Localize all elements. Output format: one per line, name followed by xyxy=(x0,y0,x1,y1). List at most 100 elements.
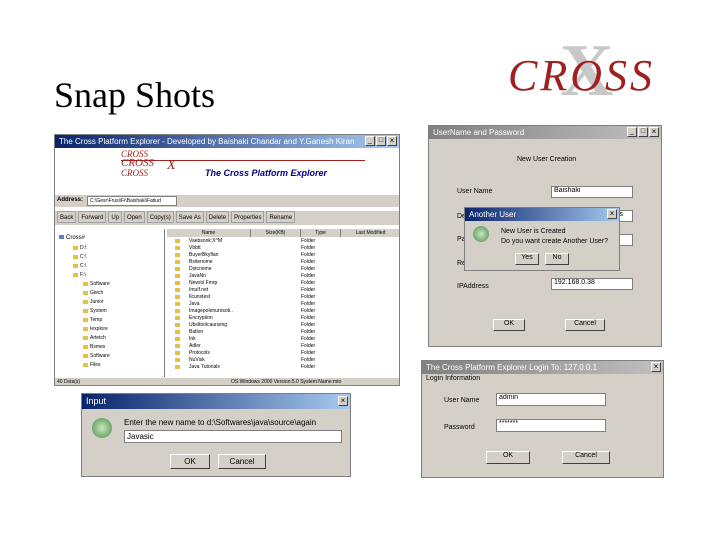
file-row[interactable]: New/ol Fmrp Folder xyxy=(167,280,399,287)
file-row[interactable]: Bsitenome Folder xyxy=(167,259,399,266)
minimize-button[interactable]: _ xyxy=(365,136,375,146)
ipaddress-label: IPAddress xyxy=(457,283,489,290)
login-password-input[interactable]: ******* xyxy=(496,419,606,432)
file-row[interactable]: Ink Folder xyxy=(167,336,399,343)
folder-icon xyxy=(59,235,64,240)
close-button[interactable]: × xyxy=(649,127,659,137)
username-label: User Name xyxy=(457,188,493,195)
explorer-titlebar[interactable]: The Cross Platform Explorer - Developed … xyxy=(55,135,399,148)
tree-item-label: D:\ xyxy=(80,245,87,251)
file-row[interactable]: Imagepolenurosoti.. Folder xyxy=(167,308,399,315)
login-titlebar[interactable]: The Cross Platform Explorer Login To: 12… xyxy=(422,361,663,374)
no-button[interactable]: No xyxy=(545,253,569,265)
file-row[interactable]: Encryption Folder xyxy=(167,315,399,322)
file-row[interactable]: Java Folder xyxy=(167,301,399,308)
file-name: Ilcunstest xyxy=(189,294,211,300)
tree-item[interactable]: Junior xyxy=(83,299,104,305)
cross-logo: X CROSS xyxy=(508,34,658,112)
file-row[interactable]: Protocols Folder xyxy=(167,350,399,357)
delete-button[interactable]: Delete xyxy=(205,211,230,223)
file-row[interactable]: Imulf.net Folder xyxy=(167,287,399,294)
tree-item[interactable]: Software xyxy=(83,281,110,287)
folder-icon xyxy=(167,259,189,266)
close-button[interactable]: × xyxy=(607,209,617,219)
ok-button[interactable]: OK xyxy=(486,451,530,464)
tree-item[interactable]: Temp xyxy=(83,317,102,323)
folder-icon xyxy=(167,343,189,350)
cancel-button[interactable]: Cancel xyxy=(565,319,605,331)
input-dialog-titlebar[interactable]: Input × xyxy=(82,394,350,409)
file-name: Adler xyxy=(189,343,201,349)
file-row[interactable]: Ubsltoolcaunsing Folder xyxy=(167,322,399,329)
another-user-line2: Do you want create Another User? xyxy=(501,238,609,245)
minimize-button[interactable]: _ xyxy=(627,127,637,137)
column-header-size[interactable]: Size(KB) xyxy=(251,229,301,237)
rename-button[interactable]: Rename xyxy=(266,211,296,223)
new-name-input[interactable]: Javasic xyxy=(124,430,342,443)
tree-item[interactable]: F:\ xyxy=(73,272,86,278)
tree-item[interactable]: D:\ xyxy=(73,245,86,251)
address-input[interactable]: C:\Gesr\Frusi\Fi\Baishaki\Fatiud xyxy=(87,196,177,206)
maximize-button[interactable]: □ xyxy=(638,127,648,137)
login-username-input[interactable]: admin xyxy=(496,393,606,406)
file-row[interactable]: Dstcnome Folder xyxy=(167,266,399,273)
close-button[interactable]: × xyxy=(338,396,348,406)
tree-item[interactable]: C:\ xyxy=(73,254,86,260)
file-row[interactable]: NuVisk Folder xyxy=(167,357,399,364)
file-type: Folder xyxy=(301,259,316,265)
tree-item[interactable]: Software xyxy=(83,353,110,359)
folder-icon xyxy=(73,245,78,250)
tree-item[interactable]: System xyxy=(83,308,107,314)
file-row[interactable]: Batlon Folder xyxy=(167,329,399,336)
file-row[interactable]: BuyerBkyflan Folder xyxy=(167,252,399,259)
question-icon xyxy=(92,418,112,438)
tree-item[interactable]: Bsmes xyxy=(83,344,105,350)
folder-icon xyxy=(83,326,88,331)
column-header-name[interactable]: Name xyxy=(167,229,251,237)
file-row[interactable]: Adler Folder xyxy=(167,343,399,350)
copy-button[interactable]: Copy(s) xyxy=(146,211,174,223)
tree-item-label: Files xyxy=(90,362,101,368)
file-type: Folder xyxy=(301,266,316,272)
input-dialog: Input × Enter the new name to d:\Softwar… xyxy=(81,393,351,477)
ok-button[interactable]: OK xyxy=(170,454,210,469)
cancel-button[interactable]: Cancel xyxy=(218,454,266,469)
file-type: Folder xyxy=(301,301,316,307)
tree-item[interactable]: Files xyxy=(83,362,101,368)
tree-item[interactable]: Gtech xyxy=(83,290,103,296)
tree-item[interactable]: Cross# xyxy=(59,235,85,241)
file-row[interactable]: Ilcunstest Folder xyxy=(167,294,399,301)
file-row[interactable]: Java Tutorials Folder xyxy=(167,364,399,371)
open-button[interactable]: Open xyxy=(124,211,145,223)
folder-icon xyxy=(167,357,189,364)
ok-button[interactable]: OK xyxy=(493,319,525,331)
forward-button[interactable]: Forward xyxy=(78,211,107,223)
folder-icon xyxy=(167,266,189,273)
file-row[interactable]: JavaNn Folder xyxy=(167,273,399,280)
save-as-button[interactable]: Save As xyxy=(175,211,204,223)
tree-item[interactable]: Iexplore xyxy=(83,326,108,332)
another-user-titlebar[interactable]: Another User × xyxy=(465,208,619,221)
back-button[interactable]: Back xyxy=(57,211,77,223)
login-password-label: Password xyxy=(444,424,475,431)
file-row[interactable]: Vbbtt Folder xyxy=(167,245,399,252)
file-row[interactable]: Vaebsonk:X^M Folder xyxy=(167,238,399,245)
close-button[interactable]: × xyxy=(651,362,661,372)
yes-button[interactable]: Yes xyxy=(515,253,539,265)
folder-icon xyxy=(167,294,189,301)
cancel-button[interactable]: Cancel xyxy=(562,451,610,464)
up-button[interactable]: Up xyxy=(108,211,123,223)
column-header-type[interactable]: Type xyxy=(301,229,341,237)
file-name: Imulf.net xyxy=(189,287,209,293)
maximize-button[interactable]: □ xyxy=(376,136,386,146)
tree-item[interactable]: C:\ xyxy=(73,263,86,269)
tree-item[interactable]: Artetch xyxy=(83,335,106,341)
username-input[interactable]: Baishaki xyxy=(551,186,633,198)
close-button[interactable]: × xyxy=(387,136,397,146)
properties-button[interactable]: Properties xyxy=(231,211,265,223)
file-name: Protocols xyxy=(189,350,210,356)
folder-icon xyxy=(167,238,189,245)
user-window-titlebar[interactable]: UserName and Password _ □ × xyxy=(429,126,661,139)
column-header-modified[interactable]: Last Modified xyxy=(341,229,399,237)
ipaddress-input[interactable]: 192.168.0.38 xyxy=(551,278,633,290)
